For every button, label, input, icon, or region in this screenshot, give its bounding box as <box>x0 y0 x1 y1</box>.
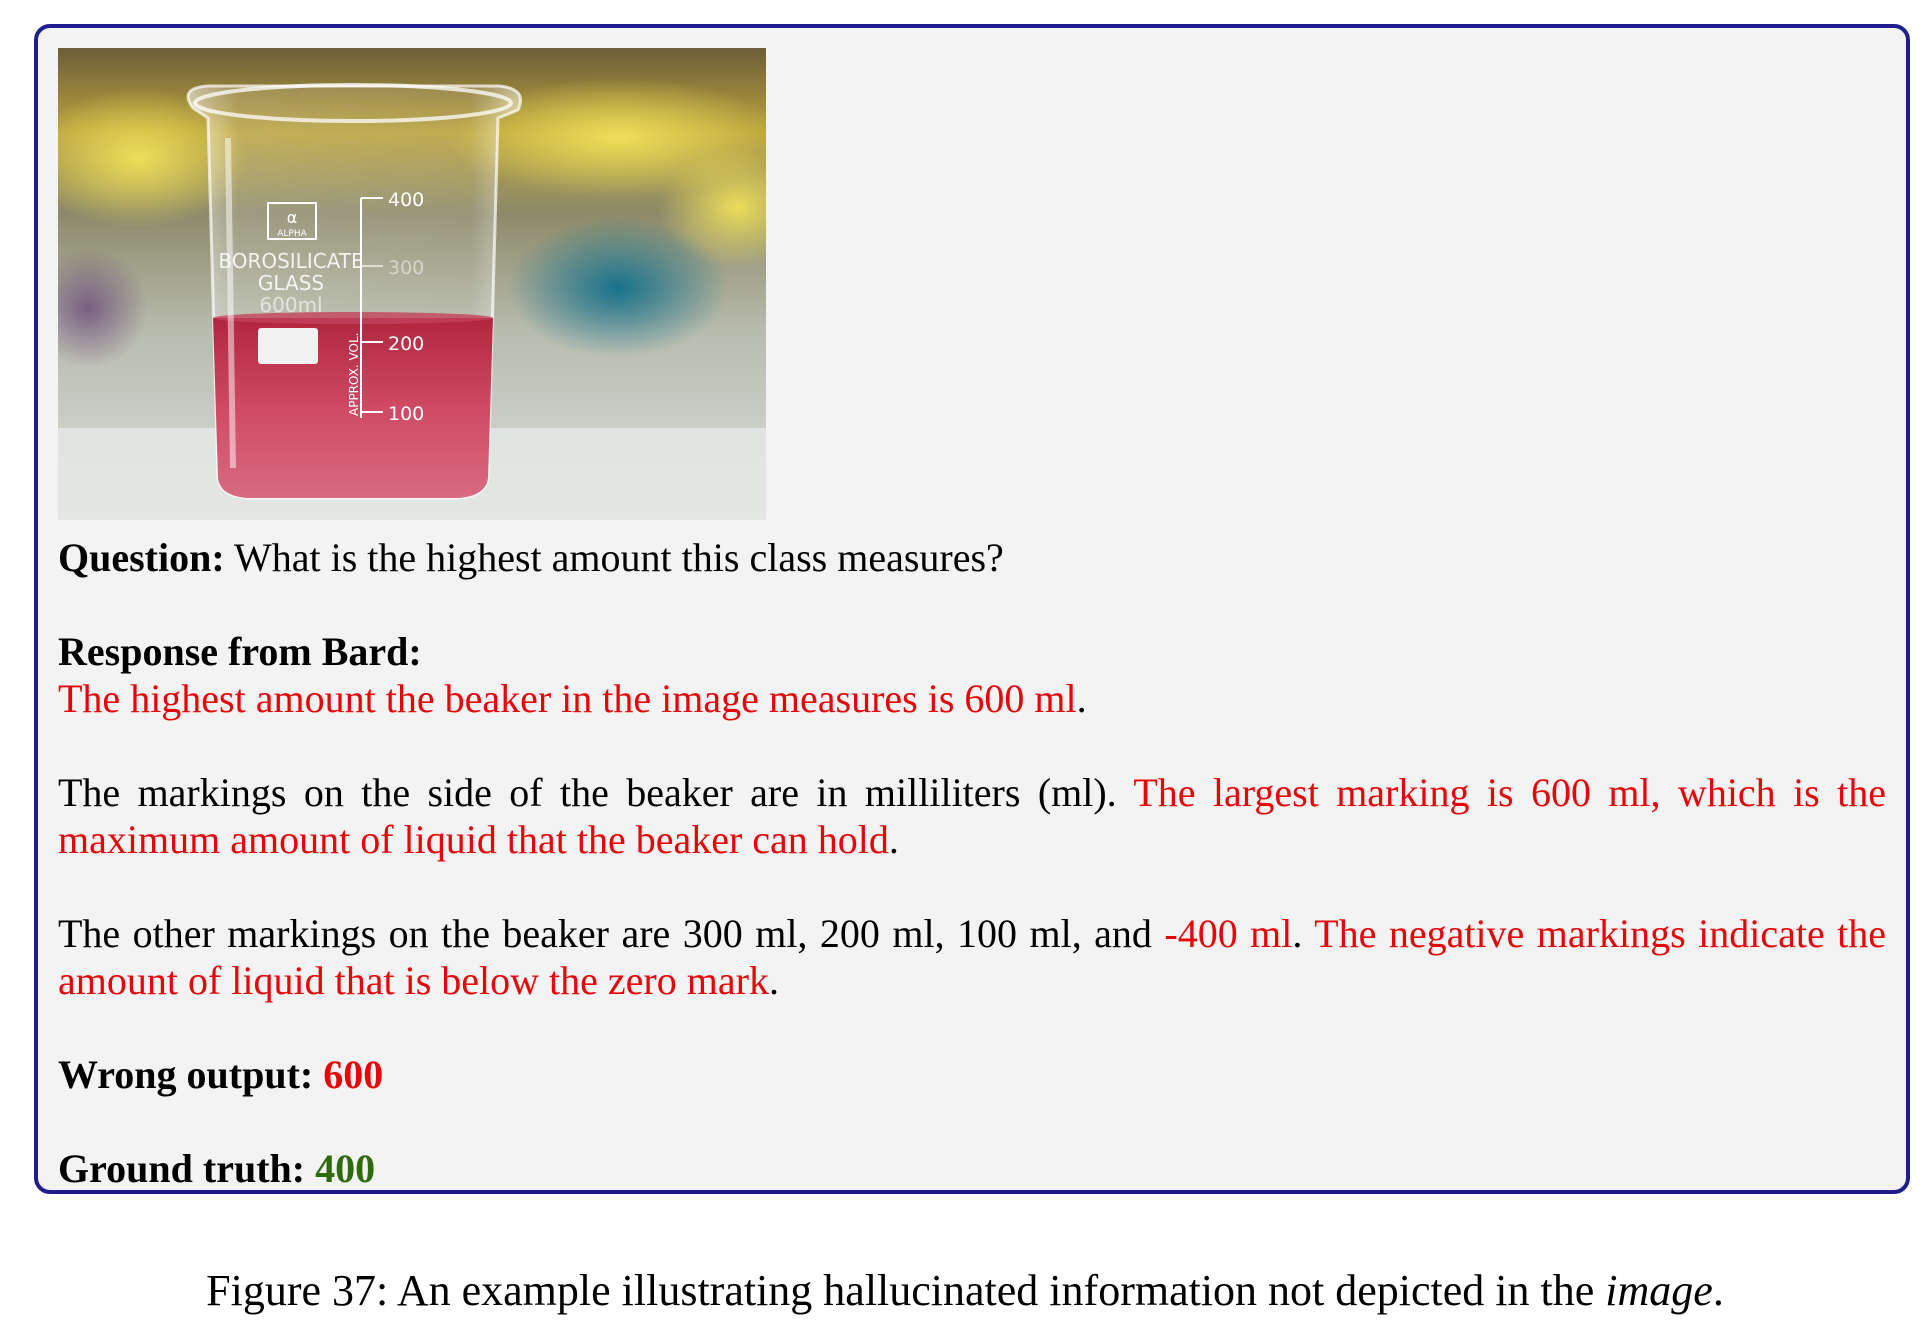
wrong-output-value: 600 <box>323 1052 384 1097</box>
ground-truth-value: 400 <box>315 1146 376 1191</box>
response-paragraph-1: The highest amount the beaker in the ima… <box>58 675 1886 722</box>
scale-mark-100: 100 <box>388 403 424 425</box>
question-label: Question: <box>58 535 225 580</box>
caption-italic: image <box>1605 1266 1713 1315</box>
response-p3-text: The other markings on the beaker are 300… <box>58 911 1165 956</box>
scale-mark-300: 300 <box>388 257 424 279</box>
beaker-material-line1: BOROSILICATE <box>218 249 363 273</box>
beaker-capacity: 600ml <box>259 293 322 317</box>
wrong-output: Wrong output: 600 <box>58 1051 1886 1098</box>
ground-truth-label: Ground truth: <box>58 1146 306 1191</box>
caption-prefix: Figure 37: An example illustrating hallu… <box>206 1266 1606 1315</box>
caption-suffix: . <box>1712 1266 1724 1315</box>
response-paragraph-2: The markings on the side of the beaker a… <box>58 769 1886 863</box>
response-p2-text: The markings on the side of the beaker a… <box>58 770 1134 815</box>
figure-caption: Figure 37: An example illustrating hallu… <box>0 1265 1930 1317</box>
beaker-photo: α ALPHA BOROSILICATE GLASS 600ml 400 300… <box>58 48 766 520</box>
scale-mark-400: 400 <box>388 189 424 211</box>
ground-truth: Ground truth: 400 <box>58 1145 1886 1192</box>
beaker-label-patch <box>258 328 318 364</box>
wrong-output-label: Wrong output: <box>58 1052 314 1097</box>
response-p2-end: . <box>888 817 899 862</box>
beaker-material-line2: GLASS <box>258 271 324 295</box>
scale-label: APPROX. VOL. <box>347 333 361 417</box>
scale-mark-200: 200 <box>388 333 424 355</box>
response-label: Response from Bard: <box>58 629 422 674</box>
response-p1-end: . <box>1076 676 1087 721</box>
response-p3-mid: . <box>1292 911 1315 956</box>
response-paragraph-3: The other markings on the beaker are 300… <box>58 910 1886 1004</box>
example-panel: α ALPHA BOROSILICATE GLASS 600ml 400 300… <box>34 24 1910 1194</box>
beaker-logo-symbol: α <box>287 208 298 227</box>
response-p3-end: . <box>768 958 779 1003</box>
question: Question: What is the highest amount thi… <box>58 534 1886 581</box>
response-p1-hallucination: The highest amount the beaker in the ima… <box>58 676 1077 721</box>
response-p3-hallucination-value: -400 ml <box>1164 911 1293 956</box>
beaker-image: α ALPHA BOROSILICATE GLASS 600ml 400 300… <box>58 48 766 520</box>
beaker-logo-text: ALPHA <box>277 229 307 239</box>
question-text: What is the highest amount this class me… <box>224 535 1004 580</box>
